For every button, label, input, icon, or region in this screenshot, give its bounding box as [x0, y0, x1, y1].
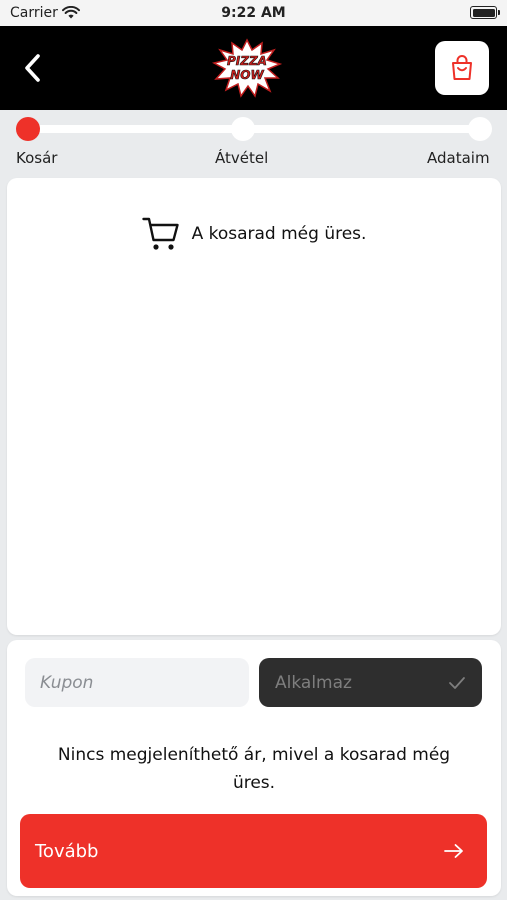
status-time: 9:22 AM	[221, 5, 286, 21]
svg-text:PIZZA: PIZZA	[227, 54, 267, 68]
chevron-left-icon	[25, 54, 40, 82]
summary-panel: Alkalmaz Nincs megjeleníthető ár, mivel …	[7, 640, 501, 896]
pizza-now-logo: PIZZA NOW	[212, 38, 282, 98]
cart-panel: A kosarad még üres.	[7, 178, 501, 635]
shopping-bag-icon	[452, 55, 472, 80]
arrow-right-icon	[444, 844, 463, 858]
next-button[interactable]: Tovább	[20, 814, 487, 888]
empty-cart-message: A kosarad még üres.	[7, 216, 501, 252]
apply-coupon-label: Alkalmaz	[275, 672, 352, 693]
step-dot-kosar[interactable]	[16, 117, 40, 141]
empty-cart-text: A kosarad még üres.	[191, 224, 367, 244]
header-bar: PIZZA NOW	[0, 26, 507, 110]
step-label-atvetel: Átvétel	[215, 149, 269, 167]
apply-coupon-button[interactable]: Alkalmaz	[259, 658, 482, 707]
coupon-input[interactable]	[25, 658, 249, 707]
price-notice: Nincs megjeleníthető ár, mivel a kosarad…	[57, 745, 451, 793]
status-bar: Carrier 9:22 AM	[0, 0, 507, 26]
back-button[interactable]	[14, 48, 50, 88]
cart-button[interactable]	[435, 41, 489, 95]
step-dot-atvetel[interactable]	[231, 117, 255, 141]
next-button-label: Tovább	[35, 840, 99, 862]
step-dot-adataim[interactable]	[468, 117, 492, 141]
step-label-kosar: Kosár	[16, 149, 58, 167]
checkout-stepper: Kosár Átvétel Adataim	[0, 110, 507, 176]
check-icon	[449, 676, 465, 689]
svg-text:NOW: NOW	[230, 68, 264, 82]
shopping-cart-icon	[141, 217, 179, 250]
battery-icon	[470, 6, 500, 19]
step-label-adataim: Adataim	[427, 149, 490, 167]
